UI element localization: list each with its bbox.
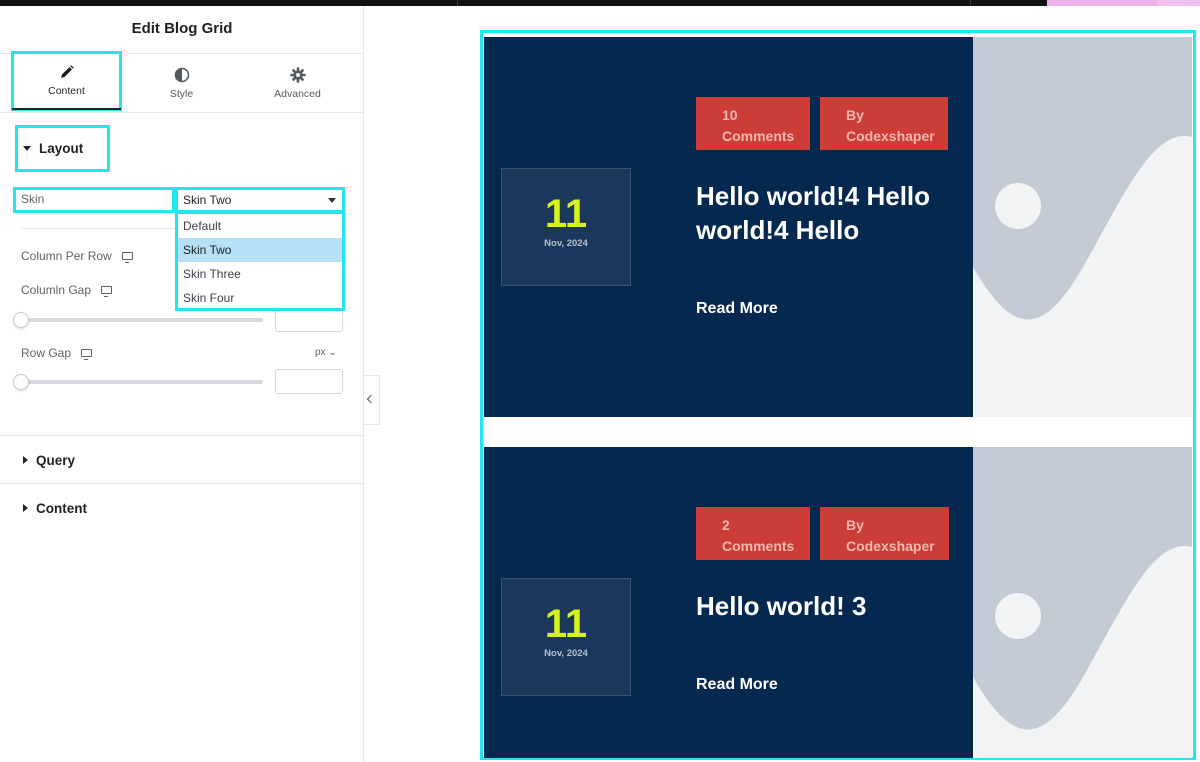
topbar-highlight — [1047, 0, 1157, 6]
skin-label: Skin — [13, 187, 175, 213]
skin-dropdown-list: Default Skin Two Skin Three Skin Four — [175, 211, 345, 311]
post-date-box: 11 Nov, 2024 — [501, 578, 631, 696]
query-section-label: Query — [36, 452, 76, 468]
chevron-down-icon — [328, 198, 336, 203]
column-gap-input[interactable] — [275, 307, 343, 332]
post-image-placeholder — [973, 37, 1192, 417]
row-gap-label: Row Gap — [21, 346, 93, 360]
author-by: By — [846, 107, 864, 123]
column-gap-text: Columln Gap — [21, 283, 92, 297]
panel-header: Edit Blog Grid — [0, 6, 364, 54]
skin-selected-value: Skin Two — [183, 193, 232, 207]
tab-style[interactable]: Style — [121, 55, 242, 113]
chevron-left-icon — [366, 394, 376, 404]
row-gap-slider[interactable] — [21, 380, 263, 384]
tab-advanced[interactable]: Advanced — [237, 55, 358, 113]
preview-topbar — [364, 0, 1200, 6]
gear-icon — [289, 67, 306, 83]
half-circle-icon — [174, 67, 189, 83]
section-divider — [0, 435, 364, 436]
panel-tabs: Content Style Advanced — [0, 51, 364, 113]
post-title[interactable]: Hello world! 3 — [696, 589, 958, 625]
collapse-panel-button[interactable] — [364, 375, 380, 425]
panel-title: Edit Blog Grid — [131, 20, 233, 37]
post-date-day: 11 — [544, 602, 588, 646]
comments-badge[interactable]: 2 Comments — [696, 507, 810, 560]
layout-section-label: Layout — [39, 141, 84, 156]
tab-style-label: Style — [169, 88, 194, 100]
author-name: Codexshaper — [846, 538, 935, 554]
topbar-segment — [458, 0, 971, 6]
column-gap-label: Columln Gap — [21, 283, 113, 297]
content-section-toggle[interactable]: Content — [16, 487, 87, 529]
post-date-box: 11 Nov, 2024 — [501, 168, 631, 286]
row-gap-unit-select[interactable]: px ⌄ — [315, 347, 337, 358]
skin-option-skin-four[interactable]: Skin Four — [178, 286, 342, 310]
skin-select[interactable]: Skin Two — [175, 187, 345, 213]
comments-word: Comments — [722, 538, 795, 554]
content-section-label: Content — [36, 500, 87, 516]
post-date-month: Nov, 2024 — [544, 238, 588, 249]
desktop-icon — [81, 349, 93, 360]
tab-content[interactable]: Content — [11, 51, 122, 111]
read-more-link[interactable]: Read More — [696, 676, 778, 694]
skin-option-default[interactable]: Default — [178, 214, 342, 238]
read-more-link[interactable]: Read More — [696, 300, 778, 318]
caret-down-icon — [23, 146, 31, 151]
author-badge[interactable]: By Codexshaper — [820, 97, 948, 150]
post-card: 11 Nov, 2024 2 Comments By Codexshaper H… — [484, 447, 1192, 758]
image-placeholder-icon — [973, 37, 1192, 417]
comments-count: 2 — [722, 517, 730, 533]
comments-badge[interactable]: 10 Comments — [696, 97, 810, 150]
section-divider — [0, 483, 364, 484]
post-card: 11 Nov, 2024 10 Comments By Codexshaper … — [484, 37, 1192, 417]
caret-right-icon — [23, 504, 28, 512]
topbar-highlight — [1157, 0, 1200, 6]
card-gap — [484, 417, 1192, 447]
row-gap-slider-handle[interactable] — [13, 374, 29, 390]
query-section-toggle[interactable]: Query — [16, 439, 75, 481]
caret-right-icon — [23, 456, 28, 464]
post-image-placeholder — [973, 447, 1192, 758]
skin-option-skin-three[interactable]: Skin Three — [178, 262, 342, 286]
editor-panel: Edit Blog Grid Content Style Advanced La… — [0, 0, 364, 762]
pencil-icon — [60, 65, 74, 78]
row-gap-input[interactable] — [275, 369, 343, 394]
column-per-row-label: Column Per Row — [21, 249, 133, 263]
skin-option-skin-two[interactable]: Skin Two — [178, 238, 342, 262]
desktop-icon — [101, 286, 113, 297]
post-date-day: 11 — [544, 192, 588, 236]
image-placeholder-icon — [973, 447, 1192, 758]
author-name: Codexshaper — [846, 128, 935, 144]
tab-advanced-label: Advanced — [274, 88, 321, 100]
layout-section-toggle[interactable]: Layout — [15, 125, 110, 172]
author-by: By — [846, 517, 864, 533]
column-gap-slider-handle[interactable] — [13, 312, 29, 328]
row-gap-text: Row Gap — [21, 346, 72, 360]
post-date-month: Nov, 2024 — [544, 648, 588, 659]
comments-count: 10 — [722, 107, 738, 123]
author-badge[interactable]: By Codexshaper — [820, 507, 949, 560]
post-title[interactable]: Hello world!4 Hello world!4 Hello world!… — [696, 179, 958, 247]
topbar-segment — [364, 0, 458, 6]
column-gap-slider[interactable] — [21, 318, 263, 322]
desktop-icon — [121, 252, 133, 263]
column-per-row-text: Column Per Row — [21, 249, 112, 263]
comments-word: Comments — [722, 128, 795, 144]
tab-content-label: Content — [48, 85, 85, 97]
